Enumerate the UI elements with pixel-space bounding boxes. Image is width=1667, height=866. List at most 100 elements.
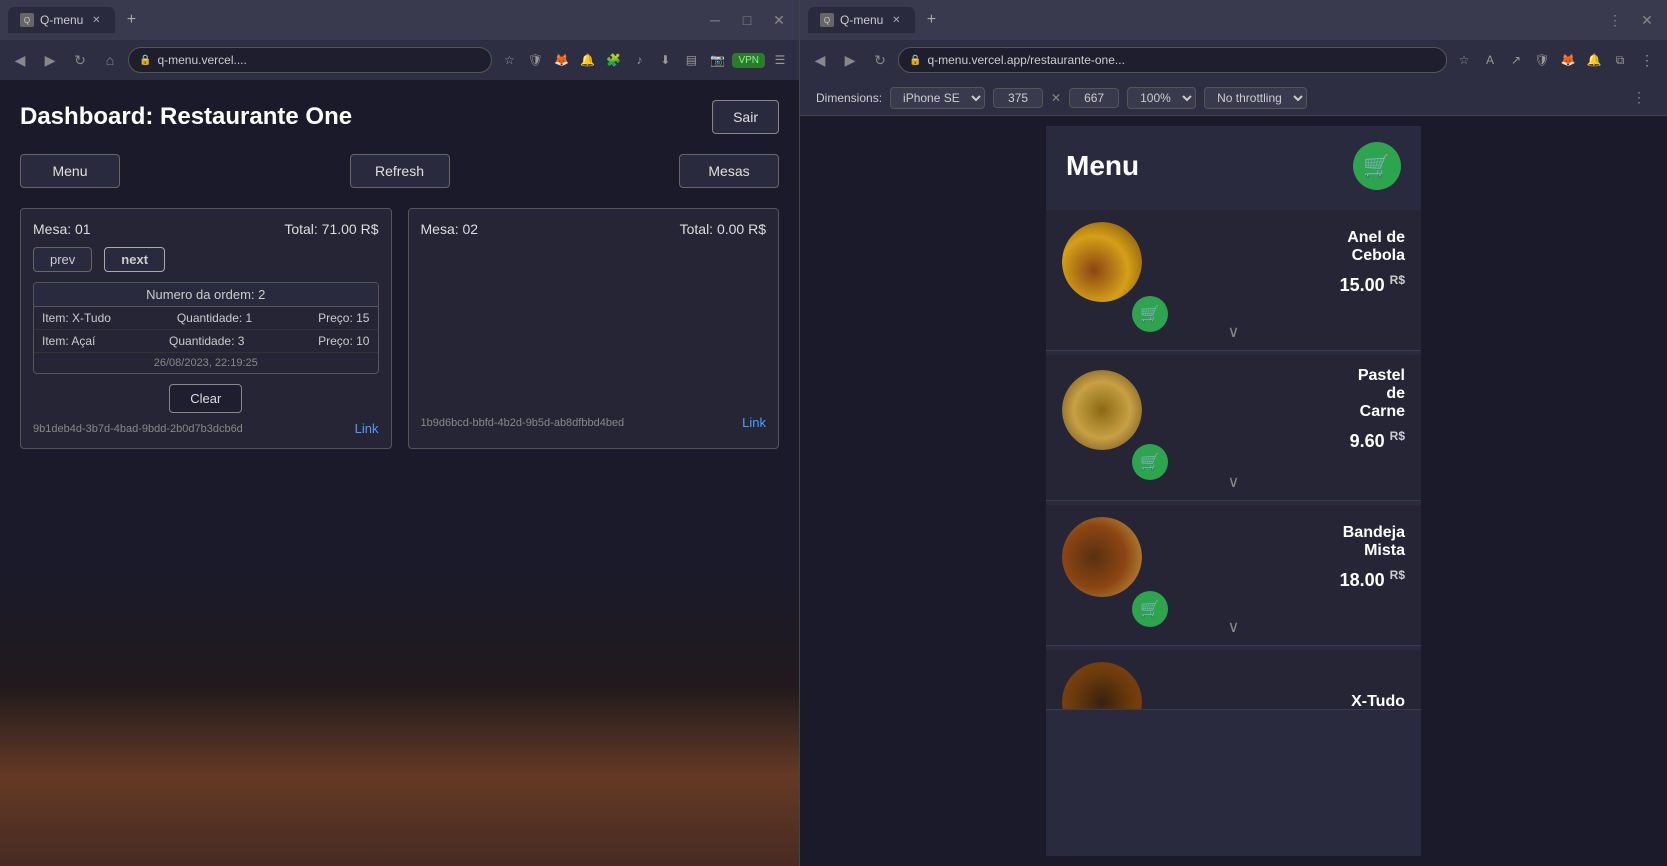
right-navbar: ◀ ▶ ↻ 🔒 q-menu.vercel.app/restaurante-on… [800,40,1667,80]
mesas-button[interactable]: Mesas [679,154,779,188]
bandeja-add-cart-button[interactable]: 🛒 [1132,591,1168,627]
right-forward-button[interactable]: ▶ [838,48,862,72]
throttle-selector[interactable]: No throttling [1204,87,1307,109]
device-selector[interactable]: iPhone SE [890,87,985,109]
back-button[interactable]: ◀ [8,48,32,72]
right-address-bar[interactable]: 🔒 q-menu.vercel.app/restaurante-one... [898,47,1447,73]
menu-items-list: 🛒 Anel deCebola 15.00 R$ ∨ [1046,206,1421,856]
download-icon: ⬇ [654,49,676,71]
shield-icon: 🛡 [524,49,546,71]
table1-link[interactable]: Link [355,421,379,436]
next-button[interactable]: next [104,247,165,272]
new-tab-button[interactable]: + [119,8,143,32]
right-tab-close-button[interactable]: ✕ [889,13,903,27]
lock-icon: 🔒 [139,55,151,66]
left-tab-strip: Q Q-menu ✕ + [8,7,143,33]
right-titlebar: Q Q-menu ✕ + ⋮ ✕ [800,0,1667,40]
right-nav-tools: ☆ A ↗ 🛡 🦊 🔔 ⧉ ⋮ [1453,48,1659,72]
clear-button[interactable]: Clear [169,384,242,413]
extension-icon: 🧩 [602,49,624,71]
reload-button[interactable]: ↻ [68,48,92,72]
sair-button[interactable]: Sair [712,100,779,134]
right-translate-button[interactable]: A [1479,49,1501,71]
anel-add-cart-button[interactable]: 🛒 [1132,296,1168,332]
screenshot-icon: 📷 [706,49,728,71]
right-ext-icon: ⧉ [1609,49,1631,71]
table1-footer: 9b1deb4d-3b7d-4bad-9bdd-2b0d7b3dcb6d Lin… [33,421,379,436]
music-icon: ♪ [628,49,650,71]
right-menu-button[interactable]: ⋮ [1635,48,1659,72]
table1-header: Mesa: 01 Total: 71.00 R$ [33,221,379,237]
left-tab-active[interactable]: Q Q-menu ✕ [8,7,115,33]
maximize-button[interactable]: □ [735,8,759,32]
right-more-button[interactable]: ⋮ [1603,8,1627,32]
table1-total: Total: 71.00 R$ [284,221,378,237]
right-close-button[interactable]: ✕ [1635,8,1659,32]
bandeja-name: BandejaMista [1180,524,1405,560]
bandeja-expand-button[interactable]: ∨ [1046,609,1421,645]
table1-mesa: Mesa: 01 [33,221,91,237]
right-address-text: q-menu.vercel.app/restaurante-one... [927,53,1124,67]
height-input[interactable] [1069,88,1119,108]
item1-price: Preço: 15 [318,311,369,325]
tables-grid: Mesa: 01 Total: 71.00 R$ prev next Numer… [20,208,779,449]
phone-content: Menu 🛒 🛒 [1046,126,1421,856]
order-item-2: Item: Açaí Quantidade: 3 Preço: 10 [34,330,378,353]
right-back-button[interactable]: ◀ [808,48,832,72]
devtools-more-button[interactable]: ⋮ [1627,86,1651,110]
anel-image-placeholder [1062,222,1142,302]
right-new-tab-button[interactable]: + [919,8,943,32]
anel-expand-button[interactable]: ∨ [1046,314,1421,350]
forward-button[interactable]: ▶ [38,48,62,72]
bookmark-button[interactable]: ☆ [498,49,520,71]
refresh-button[interactable]: Refresh [350,154,450,188]
minimize-button[interactable]: ─ [703,8,727,32]
dimensions-label: Dimensions: [816,91,882,105]
pastel-cart-icon: 🛒 [1140,452,1160,472]
address-bar[interactable]: 🔒 q-menu.vercel.... [128,47,492,73]
width-input[interactable] [993,88,1043,108]
tab-close-button[interactable]: ✕ [89,13,103,27]
right-addon-icon: 🦊 [1557,49,1579,71]
prev-button[interactable]: prev [33,247,92,272]
menu-title: Menu [1066,150,1139,182]
reader-icon: ▤ [680,49,702,71]
anel-img-container: 🛒 [1062,222,1168,302]
pastel-name: PasteldeCarne [1180,367,1405,421]
menu-button[interactable]: ☰ [769,49,791,71]
home-button[interactable]: ⌂ [98,48,122,72]
right-share-button[interactable]: ↗ [1505,49,1527,71]
anel-image [1062,222,1142,302]
phone-viewport: Menu 🛒 🛒 [800,116,1667,866]
table2-mesa: Mesa: 02 [421,221,479,237]
right-tab-favicon: Q [820,13,834,27]
order-item-1: Item: X-Tudo Quantidade: 1 Preço: 15 [34,307,378,330]
dashboard-title: Dashboard: Restaurante One [20,103,352,131]
cart-icon: 🛒 [1363,153,1390,179]
right-bookmark-button[interactable]: ☆ [1453,49,1475,71]
item1-qty: Quantidade: 1 [177,311,252,325]
table2-footer: 1b9d6bcd-bbfd-4b2d-9b5d-ab8dfbbd4bed Lin… [421,415,767,430]
xtudo-name: X-Tudo [1180,693,1405,710]
vpn-badge[interactable]: VPN [732,53,765,68]
bandeja-img-container: 🛒 [1062,517,1168,597]
close-button[interactable]: ✕ [767,8,791,32]
xtudo-img-container: 🛒 [1062,662,1168,710]
pastel-add-cart-button[interactable]: 🛒 [1132,444,1168,480]
item2-qty: Quantidade: 3 [169,334,244,348]
item1-name: Item: X-Tudo [42,311,111,325]
right-reload-button[interactable]: ↻ [868,48,892,72]
right-tab-strip: Q Q-menu ✕ + [808,7,943,33]
item2-name: Item: Açaí [42,334,95,348]
right-tab-active[interactable]: Q Q-menu ✕ [808,7,915,33]
table-card-1: Mesa: 01 Total: 71.00 R$ prev next Numer… [20,208,392,449]
order-timestamp: 26/08/2023, 22:19:25 [34,353,378,373]
left-browser-window: Q Q-menu ✕ + ─ □ ✕ ◀ ▶ ↻ ⌂ 🔒 q-menu.verc… [0,0,800,866]
cart-button[interactable]: 🛒 [1353,142,1401,190]
pastel-expand-button[interactable]: ∨ [1046,464,1421,500]
menu-item-anel-main: 🛒 Anel deCebola 15.00 R$ [1046,210,1421,314]
table2-link[interactable]: Link [742,415,766,430]
zoom-selector[interactable]: 100% [1127,87,1196,109]
dashboard-header: Dashboard: Restaurante One Sair [20,100,779,134]
menu-button[interactable]: Menu [20,154,120,188]
